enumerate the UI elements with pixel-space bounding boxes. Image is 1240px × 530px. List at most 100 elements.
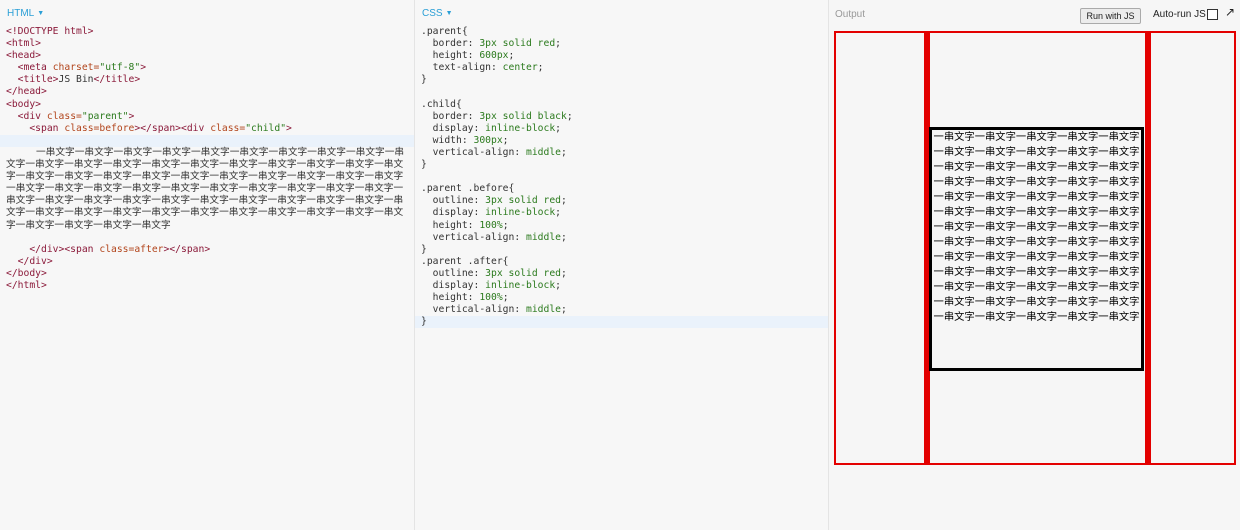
chevron-down-icon[interactable]: ▼ — [446, 10, 453, 17]
code-token: display: — [432, 122, 486, 134]
code-token: 3px solid black — [479, 110, 567, 122]
code-token: middle — [526, 231, 561, 243]
after-outline — [1145, 31, 1151, 465]
chevron-down-icon[interactable]: ▼ — [37, 10, 44, 17]
code-token: ></span> — [163, 243, 211, 255]
code-token: class= — [210, 122, 246, 134]
code-line: <title>JS Bin</title> — [0, 74, 414, 86]
css-panel-label[interactable]: CSS — [422, 8, 443, 19]
code-token: "child" — [245, 122, 287, 134]
code-token: vertical-align: — [432, 304, 526, 316]
code-line: display: inline-block; — [432, 279, 562, 291]
code-line: vertical-align: middle; — [432, 231, 567, 243]
code-token: before — [99, 122, 135, 134]
code-line: <head> — [6, 50, 41, 62]
code-token: outline: — [432, 195, 486, 207]
code-token: </div> — [17, 255, 53, 267]
code-token: inline-block — [485, 122, 556, 134]
code-line: vertical-align: middle; — [432, 146, 567, 158]
code-token: JS Bin — [58, 74, 94, 86]
code-line: height: 100%; — [432, 292, 509, 304]
popout-arrow-icon[interactable]: ↗ — [1225, 5, 1235, 19]
code-token: after — [134, 243, 164, 255]
code-token: border: — [432, 110, 480, 122]
code-line: </div><span class=after></span> — [0, 244, 414, 256]
code-token: class= — [64, 122, 100, 134]
code-line: outline: 3px solid red; — [432, 195, 567, 207]
html-panel-label[interactable]: HTML — [7, 8, 34, 19]
autorun-label[interactable]: Auto-run JS — [1153, 9, 1206, 20]
code-line: outline: 3px solid red; — [432, 267, 567, 279]
code-line: </div> — [0, 256, 414, 268]
css-panel-tab[interactable]: CSS ▼ — [422, 8, 453, 19]
code-token: center — [502, 62, 538, 74]
code-line: <meta charset="utf-8"> — [0, 62, 414, 74]
code-token: inline-block — [485, 207, 556, 219]
code-token: outline: — [432, 267, 486, 279]
code-token: height: — [432, 219, 480, 231]
output-label: Output — [835, 9, 866, 20]
code-token: inline-block — [485, 279, 556, 291]
code-token: class= — [99, 243, 135, 255]
code-token: 3px solid red — [479, 38, 556, 50]
child-box: 一串文字一串文字一串文字一串文字一串文字一串文字一串文字一串文字一串文字一串文字… — [929, 127, 1144, 371]
code-token: </title> — [93, 74, 141, 86]
code-token: 300px — [473, 134, 503, 146]
code-token: <span — [29, 122, 59, 134]
code-token: 600px — [479, 50, 509, 62]
code-line: <span class=before></span><div class="ch… — [0, 123, 414, 135]
code-token: middle — [526, 304, 561, 316]
code-line: } — [421, 159, 427, 171]
code-token: text-align: — [432, 62, 503, 74]
code-line: height: 100%; — [432, 219, 509, 231]
code-line-active — [0, 134, 414, 147]
code-line: height: 600px; — [432, 50, 515, 62]
code-token: middle — [526, 146, 561, 158]
code-token: border: — [432, 38, 480, 50]
output-panel: Output Run with JS Auto-run JS ↗ 一串文字一串文… — [829, 0, 1240, 530]
code-line: width: 300px; — [432, 134, 509, 146]
code-token: > — [286, 122, 292, 134]
code-line: <!DOCTYPE html> — [6, 26, 94, 37]
code-token: <meta — [17, 62, 47, 74]
code-line: .parent{ — [421, 26, 468, 37]
run-with-js-button[interactable]: Run with JS — [1080, 8, 1141, 24]
code-line: <body> — [6, 98, 41, 110]
code-token: 一串文字一串文字一串文字一串文字一串文字一串文字一串文字一串文字一串文字一串文字… — [6, 146, 405, 231]
code-line: } — [421, 243, 427, 255]
code-token: 100% — [479, 292, 503, 304]
code-token: height: — [432, 50, 480, 62]
code-token: 3px solid red — [485, 195, 561, 207]
code-token: 3px solid red — [485, 267, 561, 279]
code-token: height: — [432, 292, 480, 304]
code-line: <html> — [6, 38, 41, 50]
code-line: text-align: center; — [432, 62, 544, 74]
code-line: .parent .after{ — [421, 255, 509, 267]
code-token: width: — [432, 134, 474, 146]
code-token: display: — [432, 207, 486, 219]
code-token: ></span><div — [134, 122, 205, 134]
code-token: > — [140, 62, 147, 74]
code-line-active: } — [415, 316, 828, 329]
code-line-text: 一串文字一串文字一串文字一串文字一串文字一串文字一串文字一串文字一串文字一串文字… — [0, 147, 414, 232]
code-token: > — [128, 110, 135, 122]
autorun-checkbox[interactable] — [1207, 9, 1218, 20]
html-panel-tab[interactable]: HTML ▼ — [7, 8, 44, 19]
output-frame-parent: 一串文字一串文字一串文字一串文字一串文字一串文字一串文字一串文字一串文字一串文字… — [834, 31, 1236, 465]
code-token: class= — [46, 110, 82, 122]
code-token: vertical-align: — [432, 231, 526, 243]
code-line: </html> — [6, 279, 47, 291]
code-token: <title> — [17, 74, 59, 86]
code-line: <div class="parent"> — [0, 111, 414, 123]
code-token: display: — [432, 279, 486, 291]
css-code-editor[interactable]: .parent{ border: 3px solid red; height: … — [415, 26, 828, 329]
code-token: <div — [17, 110, 42, 122]
code-token: "utf-8" — [99, 62, 141, 74]
html-code-editor[interactable]: <!DOCTYPE html> <html> <head> <meta char… — [0, 26, 414, 292]
html-editor-panel[interactable]: HTML ▼ <!DOCTYPE html> <html> <head> <met… — [0, 0, 415, 530]
css-editor-panel[interactable]: CSS ▼ .parent{ border: 3px solid red; hei… — [415, 0, 829, 530]
code-token: </div><span — [29, 243, 94, 255]
code-line: vertical-align: middle; — [432, 304, 567, 316]
